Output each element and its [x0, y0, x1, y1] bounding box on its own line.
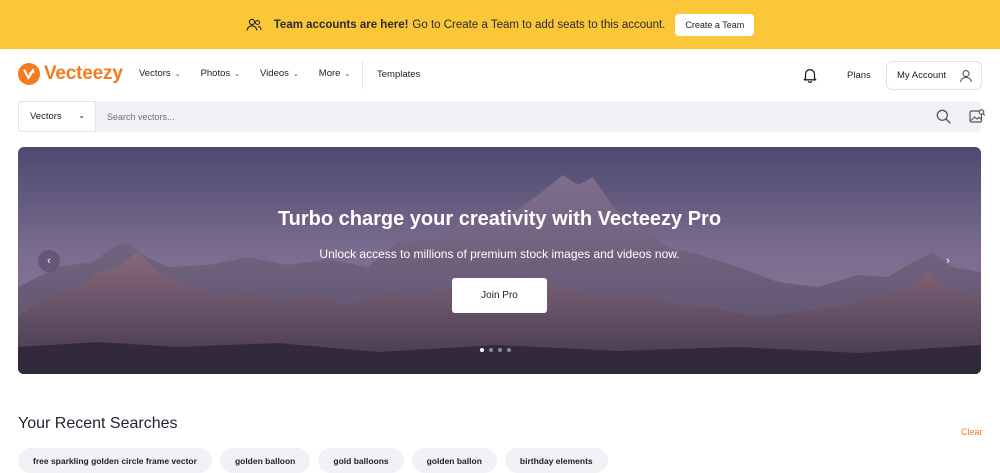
carousel-next-button[interactable]: › — [937, 250, 959, 272]
chevron-down-icon: ⌄ — [78, 111, 85, 120]
search-category-value: Vectors — [30, 111, 62, 122]
primary-nav-links: Vectors ⌄ Photos ⌄ Videos ⌄ More ⌄ — [139, 68, 370, 79]
carousel-indicators — [480, 348, 516, 352]
nav-item-label: Vectors — [139, 68, 171, 79]
chevron-left-icon: ‹ — [47, 255, 51, 267]
nav-item-label: More — [318, 68, 341, 79]
vecteezy-logo[interactable]: Vecteezy — [18, 63, 123, 85]
carousel-dot[interactable] — [480, 348, 484, 352]
chevron-right-icon: › — [946, 255, 950, 267]
nav-item-videos[interactable]: Videos ⌄ — [260, 68, 299, 79]
recent-search-chip[interactable]: birthday elements — [504, 448, 608, 473]
carousel-dot[interactable] — [507, 348, 511, 352]
join-pro-button[interactable]: Join Pro — [452, 278, 547, 313]
hero-carousel: Turbo charge your creativity with Vectee… — [18, 147, 981, 374]
search-icon[interactable] — [936, 109, 951, 124]
image-search-icon[interactable] — [969, 108, 986, 124]
carousel-dot[interactable] — [498, 348, 502, 352]
recent-search-chip[interactable]: golden ballon — [411, 448, 497, 473]
nav-item-vectors[interactable]: Vectors ⌄ — [139, 68, 181, 79]
recent-searches-list: free sparkling golden circle frame vecto… — [18, 448, 616, 473]
recent-searches-title: Your Recent Searches — [18, 415, 178, 432]
team-icon — [246, 18, 262, 32]
chevron-down-icon: ⌄ — [344, 70, 351, 78]
chevron-down-icon: ⌄ — [292, 70, 299, 78]
nav-item-photos[interactable]: Photos ⌄ — [201, 68, 240, 79]
search-category-select[interactable]: Vectors ⌄ — [18, 101, 96, 132]
bell-icon[interactable] — [801, 66, 819, 84]
nav-divider — [362, 61, 363, 89]
top-navigation: Vecteezy Vectors ⌄ Photos ⌄ Videos ⌄ Mor… — [0, 49, 1000, 101]
recent-search-chip[interactable]: gold balloons — [318, 448, 404, 473]
hero-subtitle: Unlock access to millions of premium sto… — [319, 247, 680, 261]
create-team-button[interactable]: Create a Team — [675, 13, 755, 36]
clear-recent-searches-button[interactable]: Clear — [961, 427, 983, 437]
account-label: My Account — [897, 70, 947, 81]
hero-title: Turbo charge your creativity with Vectee… — [277, 208, 722, 230]
nav-item-label: Photos — [200, 68, 231, 79]
my-account-button[interactable]: My Account — [886, 61, 982, 90]
announcement-banner: Team accounts are here! Go to Create a T… — [0, 0, 1000, 49]
plans-link[interactable]: Plans — [847, 70, 871, 81]
vecteezy-logo-icon — [18, 63, 40, 85]
chevron-down-icon: ⌄ — [174, 70, 181, 78]
nav-item-more[interactable]: More ⌄ — [319, 68, 351, 79]
carousel-prev-button[interactable]: ‹ — [38, 250, 60, 272]
carousel-dot[interactable] — [489, 348, 493, 352]
banner-text: Go to Create a Team to add seats to this… — [412, 18, 666, 31]
user-icon — [956, 66, 975, 85]
chevron-down-icon: ⌄ — [234, 70, 241, 78]
nav-item-templates[interactable]: Templates — [377, 69, 420, 80]
search-input[interactable] — [96, 101, 876, 132]
recent-search-chip[interactable]: golden balloon — [219, 448, 311, 473]
nav-item-label: Videos — [260, 68, 289, 79]
banner-headline: Team accounts are here! — [273, 18, 409, 31]
recent-search-chip[interactable]: free sparkling golden circle frame vecto… — [18, 448, 212, 473]
search-bar: Vectors ⌄ — [18, 101, 986, 132]
logo-text: Vecteezy — [44, 63, 123, 84]
